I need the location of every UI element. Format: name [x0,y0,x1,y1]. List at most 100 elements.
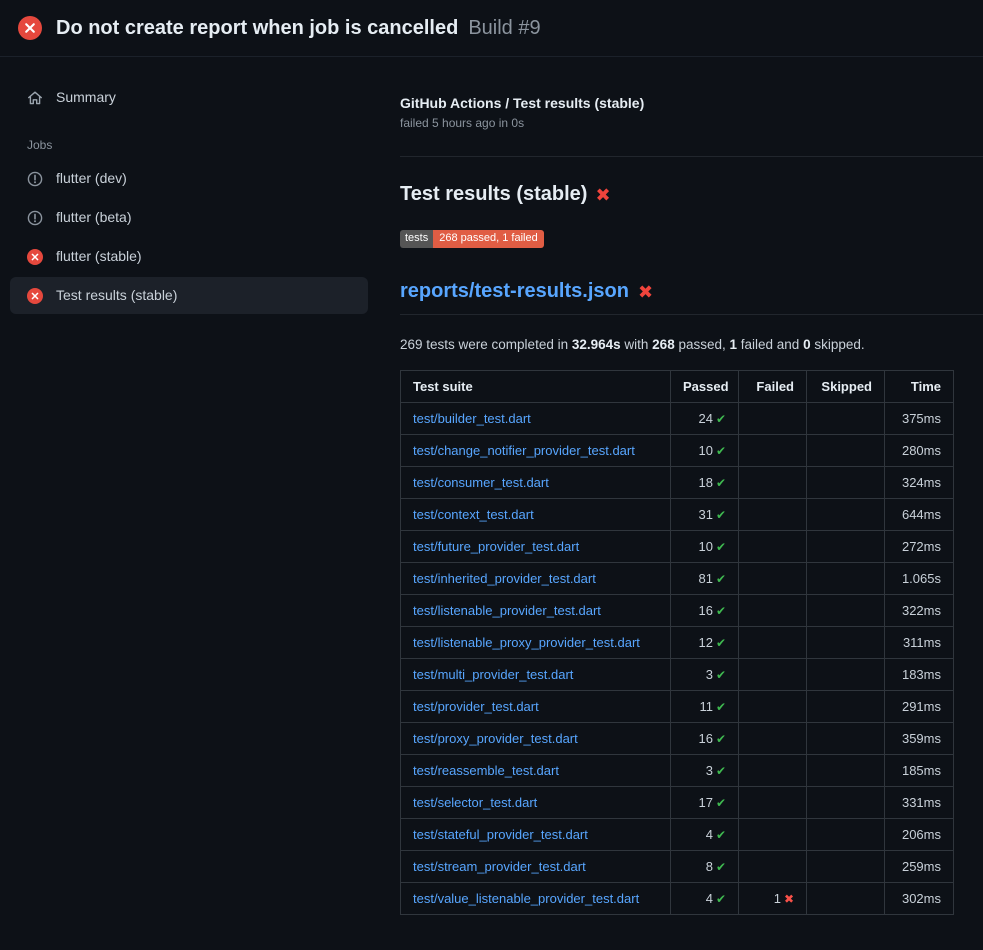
test-suite-link[interactable]: test/provider_test.dart [413,699,539,714]
skipped-cell [807,403,885,435]
sidebar-item-flutter-stable[interactable]: flutter (stable) [10,238,368,275]
failed-cell [739,435,807,467]
report-link[interactable]: reports/test-results.json [400,280,629,303]
table-row: test/multi_provider_test.dart 3✔ 183ms [401,659,954,691]
x-icon [31,292,39,300]
check-icon: ✔ [716,572,726,586]
skipped-cell [807,755,885,787]
check-run-title-text: Test results (stable) [400,183,587,206]
skipped-cell [807,595,885,627]
table-row: test/value_listenable_provider_test.dart… [401,883,954,915]
test-suite-cell: test/future_provider_test.dart [401,531,671,563]
skipped-cell [807,531,885,563]
test-suite-link[interactable]: test/stream_provider_test.dart [413,859,586,874]
passed-cell-value: 11 [699,699,713,714]
table-row: test/stateful_provider_test.dart 4✔ 206ms [401,819,954,851]
x-icon [31,253,39,261]
failed-cell [739,563,807,595]
skipped-cell [807,787,885,819]
time-cell: 331ms [885,787,954,819]
column-header-test-suite: Test suite [401,371,671,403]
test-suite-link[interactable]: test/listenable_provider_test.dart [413,603,601,618]
test-suite-link[interactable]: test/reassemble_test.dart [413,763,559,778]
sidebar-item-label: flutter (dev) [56,170,127,187]
skipped-cell [807,883,885,915]
passed-cell-value: 16 [698,731,712,746]
time-cell: 375ms [885,403,954,435]
table-row: test/inherited_provider_test.dart81✔1.06… [401,563,954,595]
test-suite-cell: test/context_test.dart [401,499,671,531]
test-suite-cell: test/multi_provider_test.dart [401,659,671,691]
time-cell: 1.065s [885,563,954,595]
table-row: test/listenable_provider_test.dart16✔322… [401,595,954,627]
passed-cell: 4✔ [671,819,739,851]
time-cell: 272ms [885,531,954,563]
column-header-skipped: Skipped [807,371,885,403]
check-icon: ✔ [716,636,726,650]
test-suite-link[interactable]: test/stateful_provider_test.dart [413,827,588,842]
test-suite-link[interactable]: test/multi_provider_test.dart [413,667,573,682]
breadcrumb: GitHub Actions / Test results (stable) [400,95,983,111]
test-suite-link[interactable]: test/proxy_provider_test.dart [413,731,578,746]
passed-cell-value: 16 [698,603,712,618]
passed-cell-value: 10 [698,443,712,458]
test-suite-link[interactable]: test/selector_test.dart [413,795,537,810]
passed-cell: 31✔ [671,499,739,531]
passed-cell: 16✔ [671,723,739,755]
test-suite-cell: test/change_notifier_provider_test.dart [401,435,671,467]
skipped-cell [807,691,885,723]
passed-cell-value: 17 [698,795,712,810]
test-suite-cell: test/listenable_provider_test.dart [401,595,671,627]
time-cell: 206ms [885,819,954,851]
table-row: test/proxy_provider_test.dart16✔359ms [401,723,954,755]
time-cell: 322ms [885,595,954,627]
check-icon: ✔ [716,828,726,842]
time-cell: 311ms [885,627,954,659]
sidebar-item-label: Summary [56,89,116,106]
badge-value: 268 passed, 1 failed [433,230,543,248]
sidebar-item-test-results-stable[interactable]: Test results (stable) [10,277,368,314]
time-cell: 183ms [885,659,954,691]
skipped-cell [807,723,885,755]
table-row: test/future_provider_test.dart 10✔ 272ms [401,531,954,563]
passed-cell: 10✔ [671,531,739,563]
passed-cell-value: 3 [706,763,713,778]
test-suite-link[interactable]: test/context_test.dart [413,507,534,522]
test-suite-link[interactable]: test/listenable_proxy_provider_test.dart [413,635,640,650]
warning-icon [27,171,43,187]
test-suite-link[interactable]: test/consumer_test.dart [413,475,549,490]
skipped-cell [807,659,885,691]
sidebar-item-flutter-beta[interactable]: flutter (beta) [10,199,368,236]
check-icon: ✔ [716,668,726,682]
passed-cell-value: 3 [706,667,713,682]
test-suite-link[interactable]: test/future_provider_test.dart [413,539,579,554]
test-suite-link[interactable]: test/value_listenable_provider_test.dart [413,891,639,906]
passed-cell: 4✔ [671,883,739,915]
failed-x-icon: ✖ [638,283,653,301]
jobs-section-label: Jobs [10,118,368,160]
check-run-title: Test results (stable) ✖ [400,183,983,206]
passed-cell-value: 8 [706,859,713,874]
skipped-cell [807,467,885,499]
test-suite-link[interactable]: test/change_notifier_provider_test.dart [413,443,635,458]
test-suite-link[interactable]: test/inherited_provider_test.dart [413,571,596,586]
passed-cell: 18✔ [671,467,739,499]
failed-cell [739,627,807,659]
failed-cell [739,819,807,851]
test-suite-cell: test/consumer_test.dart [401,467,671,499]
failed-cell [739,467,807,499]
summary-skipped: 0 [803,337,811,352]
passed-cell: 8✔ [671,851,739,883]
failed-cell [739,723,807,755]
check-icon: ✔ [716,508,726,522]
table-header-row: Test suite Passed Failed Skipped Time [401,371,954,403]
run-title: Do not create report when job is cancell… [56,17,458,40]
time-cell: 324ms [885,467,954,499]
sidebar-item-summary[interactable]: Summary [10,79,368,116]
test-suite-cell: test/provider_test.dart [401,691,671,723]
sidebar-item-flutter-dev[interactable]: flutter (dev) [10,160,368,197]
passed-cell: 24✔ [671,403,739,435]
test-suite-link[interactable]: test/builder_test.dart [413,411,531,426]
failed-cell: 1✖ [739,883,807,915]
check-icon: ✔ [716,796,726,810]
